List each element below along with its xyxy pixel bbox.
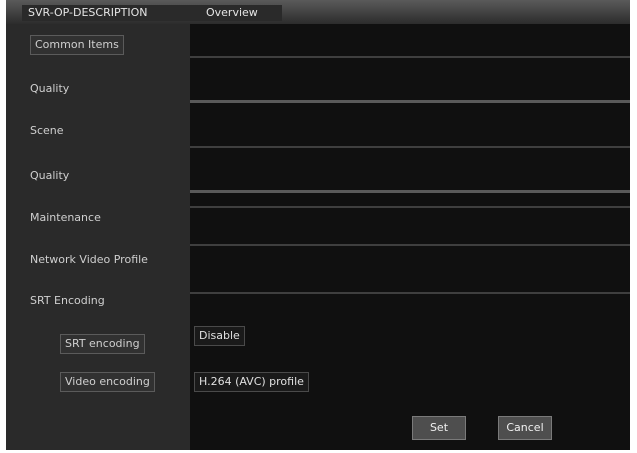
separator	[190, 190, 630, 193]
section-quality[interactable]: Quality	[30, 80, 69, 98]
section-srt-encoding[interactable]: SRT Encoding	[30, 292, 105, 310]
section-common-items[interactable]: Common Items	[30, 35, 124, 55]
section-quality-2[interactable]: Quality	[30, 167, 69, 185]
window-frame: SVR-OP-DESCRIPTION Overview Common Items…	[6, 0, 630, 450]
separator	[190, 292, 630, 294]
field-label-srt-encoding: SRT encoding	[60, 334, 145, 354]
cancel-button[interactable]: Cancel	[498, 416, 552, 440]
separator	[190, 56, 630, 58]
section-maintenance[interactable]: Maintenance	[30, 209, 101, 227]
set-button[interactable]: Set	[412, 416, 466, 440]
field-label-video-encoding: Video encoding	[60, 372, 155, 392]
separator	[190, 244, 630, 246]
tab-overview[interactable]: Overview	[200, 5, 282, 21]
srt-encoding-value[interactable]: Disable	[194, 326, 245, 346]
video-encoding-value[interactable]: H.264 (AVC) profile	[194, 372, 309, 392]
title-bar: SVR-OP-DESCRIPTION Overview	[6, 0, 630, 25]
separator	[190, 206, 630, 208]
separator	[190, 100, 630, 103]
separator	[190, 146, 630, 148]
section-scene[interactable]: Scene	[30, 122, 64, 140]
section-network-video-profile[interactable]: Network Video Profile	[30, 251, 148, 269]
tab-description[interactable]: SVR-OP-DESCRIPTION	[22, 5, 204, 21]
